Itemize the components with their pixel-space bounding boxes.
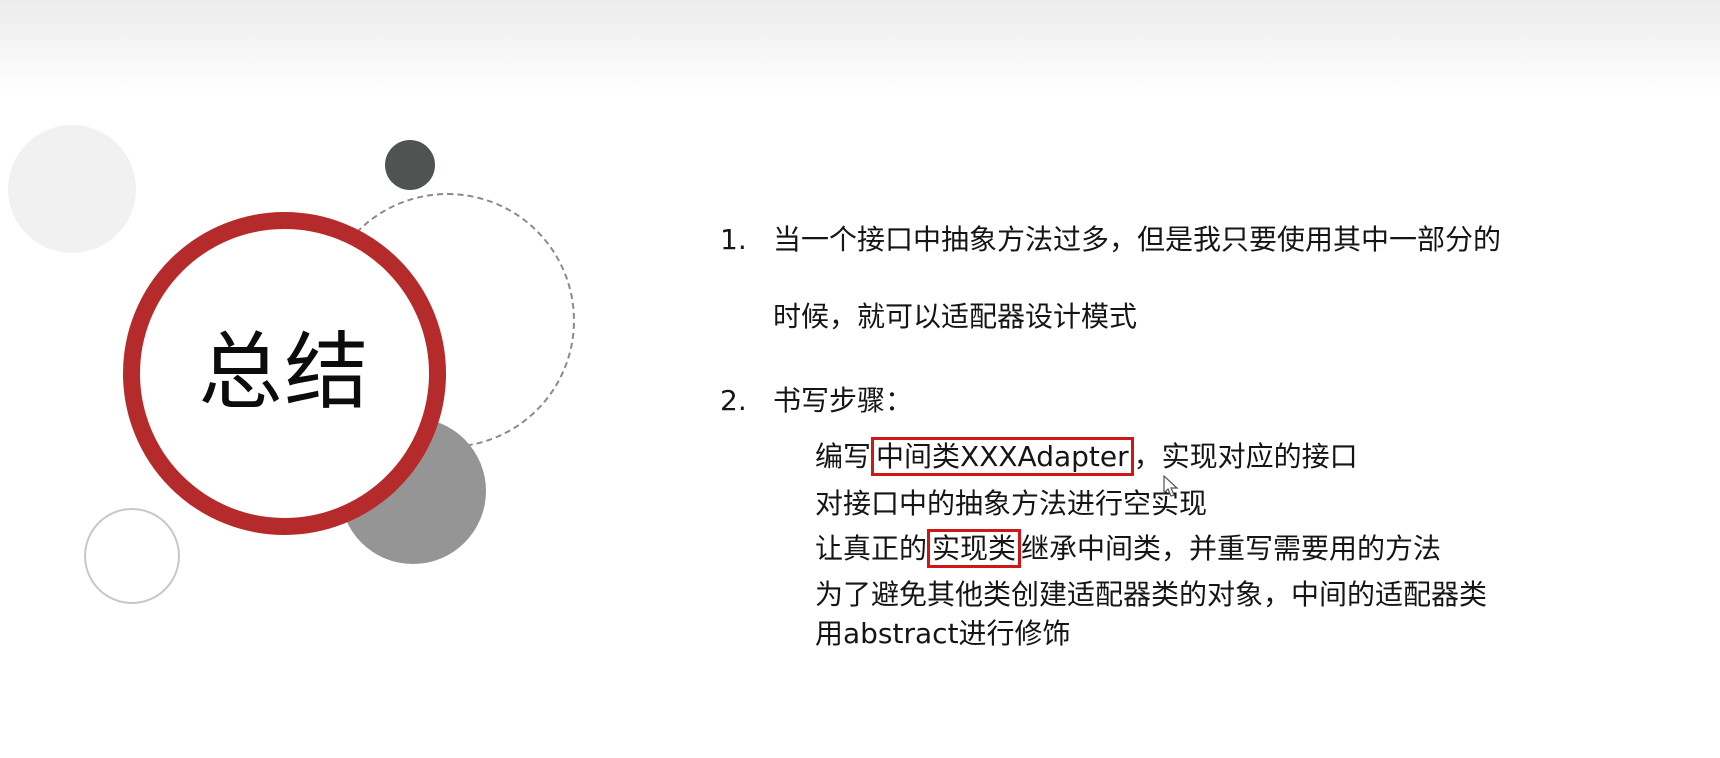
slide-content: 1. 当一个接口中抽象方法过多，但是我只要使用其中一部分的 时候，就可以适配器设…	[0, 0, 1720, 758]
step-1-before: 编写	[815, 440, 872, 473]
mouse-cursor-icon	[1163, 475, 1179, 497]
highlight-box-impl: 实现类	[927, 529, 1022, 568]
step-3-after: 继承中间类，并重写需要用的方法	[1021, 532, 1442, 565]
point-1-line-1: 当一个接口中抽象方法过多，但是我只要使用其中一部分的	[773, 223, 1502, 256]
step-2: 对接口中的抽象方法进行空实现	[815, 487, 1208, 520]
step-5: 用abstract进行修饰	[815, 617, 1071, 650]
point-2-number: 2.	[720, 384, 747, 417]
step-3-before: 让真正的	[815, 532, 928, 565]
point-2-heading: 书写步骤：	[773, 384, 914, 417]
step-4: 为了避免其他类创建适配器类的对象，中间的适配器类	[815, 578, 1488, 611]
point-1-line-2: 时候，就可以适配器设计模式	[773, 300, 1138, 333]
highlight-box-adapter: 中间类XXXAdapter	[871, 437, 1134, 476]
step-3: 让真正的 实现类 继承中间类，并重写需要用的方法	[815, 529, 1442, 568]
step-1: 编写 中间类XXXAdapter ，实现对应的接口	[815, 437, 1358, 476]
point-1-number: 1.	[720, 223, 747, 256]
step-1-after: ，实现对应的接口	[1133, 440, 1358, 473]
